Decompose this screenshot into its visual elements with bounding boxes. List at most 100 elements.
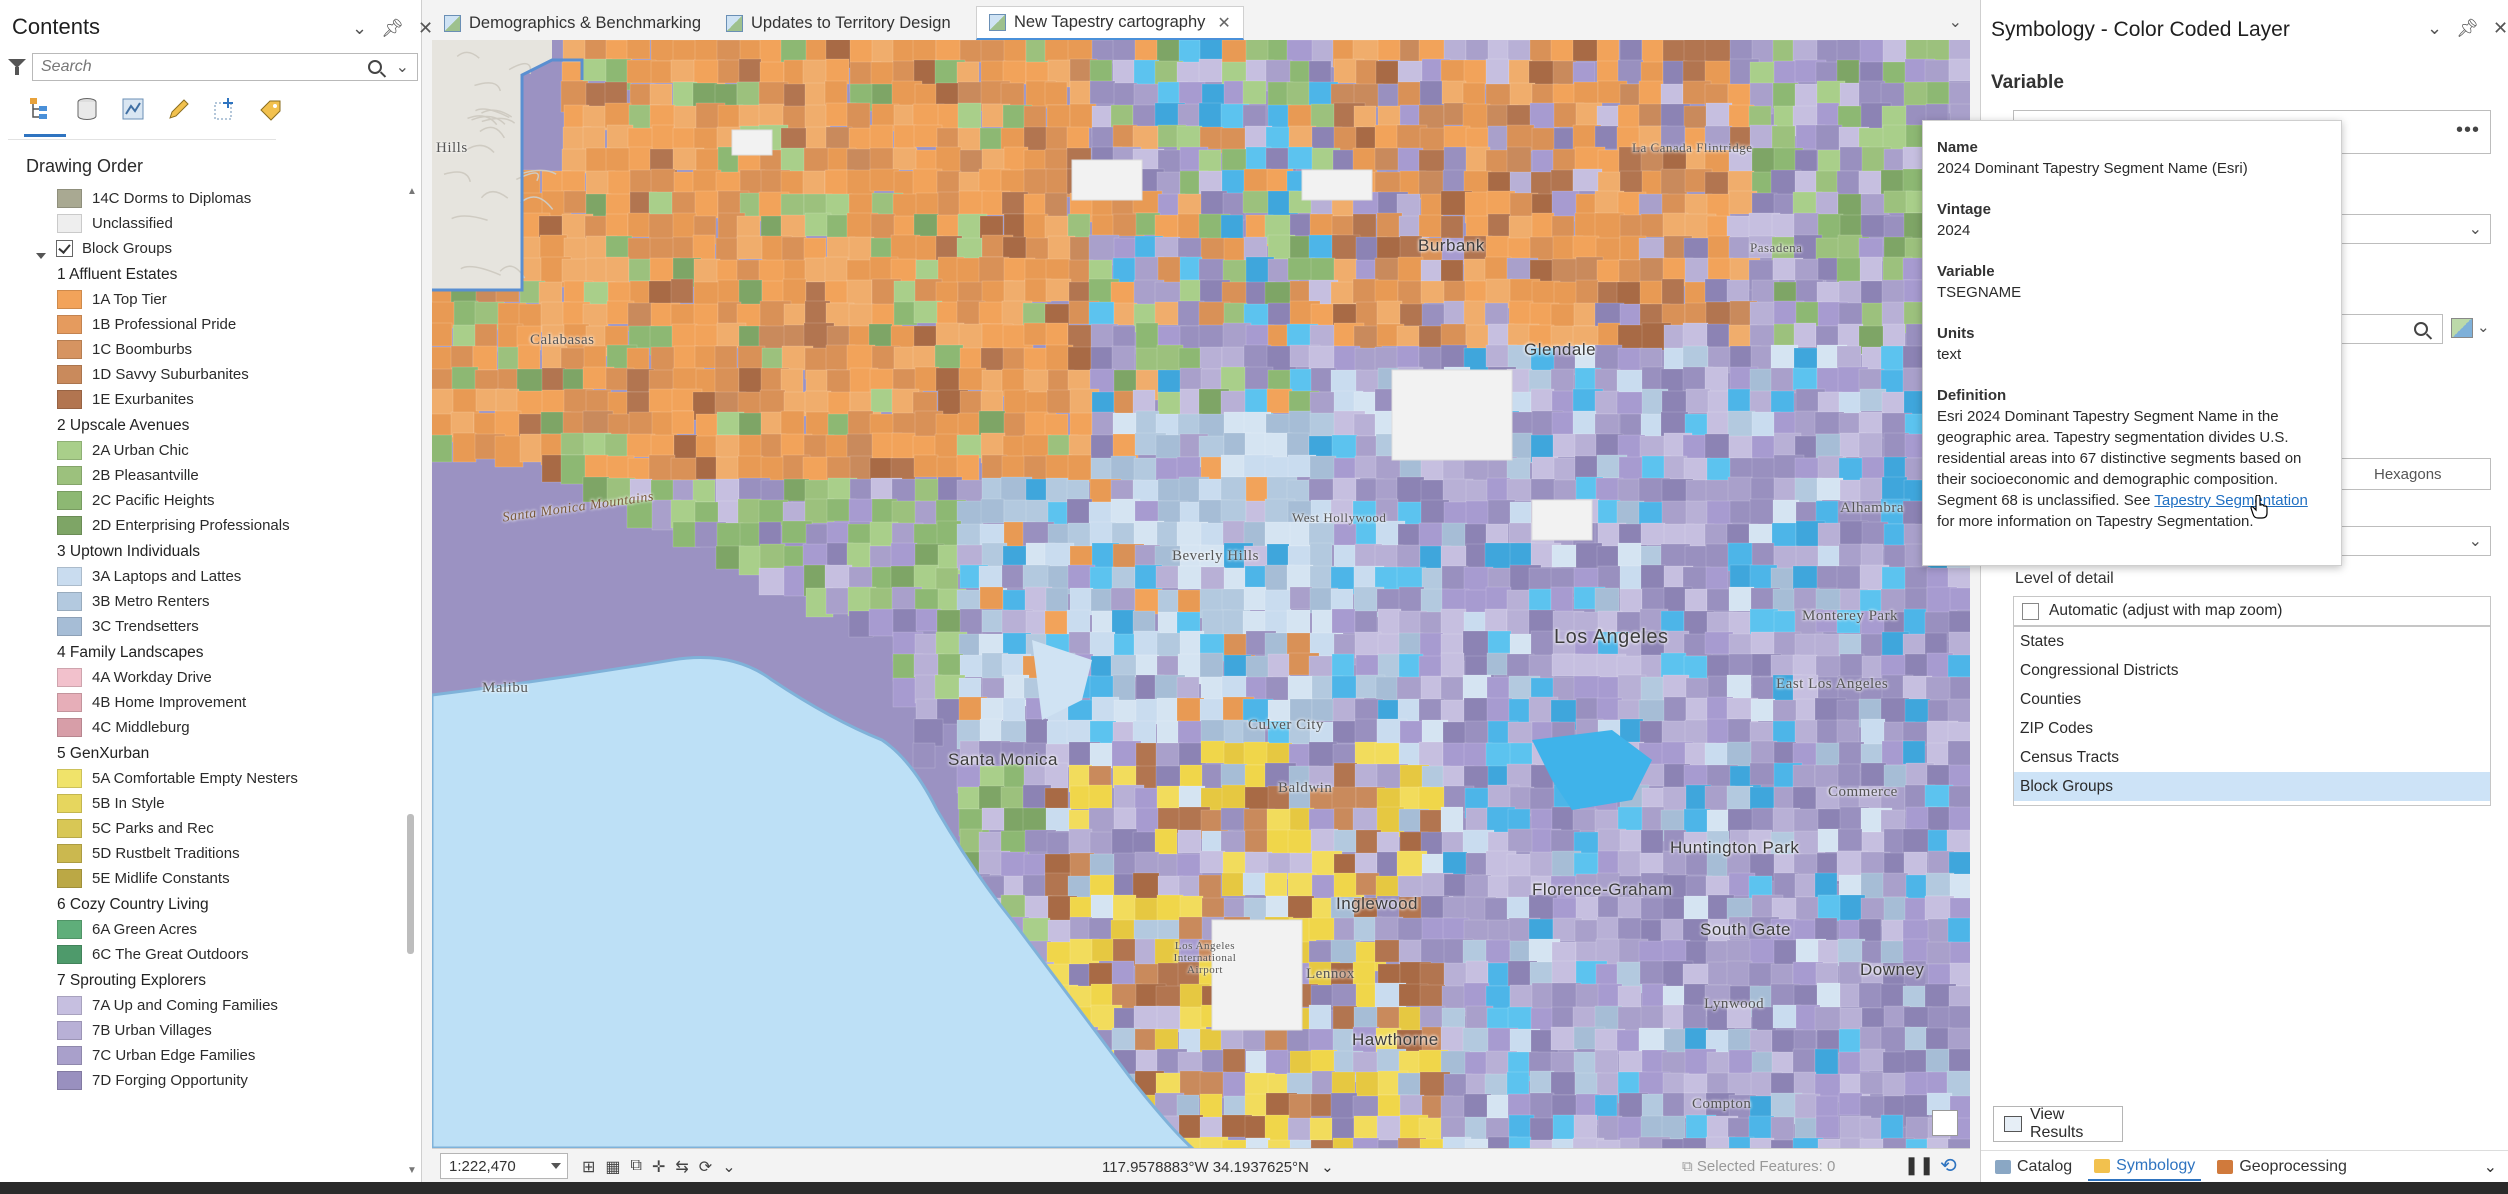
legend-item[interactable]: 5B In Style [0, 791, 165, 815]
tools-chevron-icon[interactable]: ⌄ [722, 1157, 735, 1177]
full-extent-icon[interactable]: ⊞ [582, 1157, 595, 1177]
legend-item[interactable]: 1E Exurbanites [0, 387, 194, 411]
tab-overflow-chevron-icon[interactable]: ⌄ [1949, 12, 1962, 32]
legend-item[interactable]: 14C Dorms to Diplomas [0, 186, 251, 210]
block-group-polygon [1418, 741, 1444, 768]
legend-item[interactable]: 5C Parks and Rec [0, 816, 214, 840]
contents-search-input[interactable]: Search ⌄ [32, 53, 418, 81]
pane-options-chevron-icon[interactable]: ⌄ [352, 18, 367, 39]
tab-symbology[interactable]: Symbology [2088, 1153, 2202, 1181]
pin-icon[interactable]: 📌︎ [2456, 18, 2479, 39]
rotate-icon[interactable]: ⟳ [699, 1157, 712, 1177]
lod-option-census-tracts[interactable]: Census Tracts [2014, 743, 2490, 772]
lod-option-zip-codes[interactable]: ZIP Codes [2014, 714, 2490, 743]
legend-item[interactable]: 4A Workday Drive [0, 665, 212, 689]
tab-updates-territory-design[interactable]: Updates to Territory Design [714, 6, 963, 40]
block-group-polygon [1551, 544, 1578, 568]
fixed-zoom-icon[interactable]: ⧉ [631, 1157, 642, 1177]
contents-scrollbar[interactable]: ▲ ▼ [405, 186, 417, 1176]
legend-item[interactable]: 7D Forging Opportunity [0, 1068, 248, 1092]
legend-item[interactable]: 2A Urban Chic [0, 438, 189, 462]
legend-label: 5B In Style [92, 794, 165, 812]
tab-catalog[interactable]: Catalog [1989, 1154, 2078, 1180]
refresh-icon[interactable]: ⟲ [1940, 1153, 1957, 1178]
lod-option-block-groups[interactable]: Block Groups [2014, 772, 2490, 801]
lod-option-counties[interactable]: Counties [2014, 685, 2490, 714]
contents-scroll-thumb[interactable] [407, 814, 414, 954]
scroll-up-arrow-icon[interactable]: ▲ [407, 186, 417, 197]
block-group-polygon [1242, 104, 1267, 129]
legend-item[interactable]: 1C Boomburbs [0, 337, 192, 361]
automatic-lod-checkbox[interactable]: Automatic (adjust with map zoom) [2013, 596, 2491, 626]
legend-item[interactable]: 2D Enterprising Professionals [0, 513, 290, 537]
legend-item[interactable]: 7C Urban Edge Families [0, 1043, 255, 1067]
list-by-drawing-order-icon[interactable] [26, 94, 56, 124]
lod-option-states[interactable]: States [2014, 627, 2490, 656]
tabs-overflow-chevron-icon[interactable]: ⌄ [2484, 1157, 2497, 1177]
pin-icon[interactable]: 📌︎ [381, 18, 404, 39]
legend-item[interactable]: 1B Professional Pride [0, 312, 236, 336]
legend-item[interactable]: 5A Comfortable Empty Nesters [0, 766, 298, 790]
block-group-polygon [651, 124, 675, 152]
expand-caret-icon[interactable] [36, 253, 46, 259]
map-label-east-los-angeles: East Los Angeles [1776, 676, 1889, 692]
view-results-button[interactable]: View Results [1993, 1106, 2123, 1142]
close-tab-icon[interactable]: ✕ [1217, 13, 1230, 33]
map-scale-dropdown[interactable]: 1:222,470 [440, 1153, 568, 1179]
legend-item[interactable]: 4C Middleburg [0, 715, 190, 739]
tab-geoprocessing[interactable]: Geoprocessing [2211, 1154, 2353, 1180]
map-canvas[interactable] [432, 40, 1970, 1148]
legend-item[interactable]: 1D Savvy Suburbanites [0, 362, 249, 386]
lod-option-congressional-districts[interactable]: Congressional Districts [2014, 656, 2490, 685]
pause-drawing-icon[interactable]: ❚❚ [1904, 1155, 1934, 1176]
pan-icon[interactable]: ✛ [652, 1157, 665, 1177]
list-by-selection-icon[interactable] [210, 94, 240, 124]
legend-item[interactable]: 4B Home Improvement [0, 690, 246, 714]
block-group-polygon [1530, 630, 1555, 658]
list-by-data-source-icon[interactable] [72, 94, 102, 124]
legend-item[interactable]: 3C Trendsetters [0, 614, 199, 638]
map-view[interactable]: Hills Calabasas Santa Monica Mountains M… [432, 40, 1970, 1148]
legend-item[interactable]: 6C The Great Outdoors [0, 942, 248, 966]
legend-item[interactable]: 6A Green Acres [0, 917, 197, 941]
more-options-icon[interactable]: ••• [2456, 119, 2480, 142]
tab-label: Catalog [2017, 1157, 2073, 1175]
scroll-down-arrow-icon[interactable]: ▼ [407, 1165, 417, 1176]
list-by-labeling-icon[interactable] [256, 94, 286, 124]
legend-item[interactable]: 3B Metro Renters [0, 589, 210, 613]
legend-item[interactable]: 2B Pleasantville [0, 463, 199, 487]
layer-visibility-checkbox[interactable] [56, 239, 73, 257]
legend-item[interactable]: 7A Up and Coming Families [0, 993, 278, 1017]
block-group-polygon [1463, 697, 1491, 725]
layer-block-groups[interactable]: Block Groups [0, 236, 172, 260]
list-by-snapping-icon[interactable] [118, 94, 148, 124]
previous-extent-icon[interactable]: ⇆ [675, 1157, 688, 1177]
coordinates-format-chevron-icon[interactable]: ⌄ [1321, 1159, 1334, 1176]
tapestry-segmentation-link[interactable]: Tapestry Segmentation [2154, 492, 2307, 509]
checkbox-icon[interactable] [2022, 602, 2039, 620]
legend-item[interactable]: 1A Top Tier [0, 287, 167, 311]
close-icon[interactable]: ✕ [2493, 18, 2508, 39]
search-icon[interactable] [367, 60, 382, 74]
selected-features-count[interactable]: ⧉ Selected Features: 0 [1682, 1158, 1835, 1175]
search-options-chevron-icon[interactable]: ⌄ [396, 57, 409, 77]
layer-style-icon[interactable] [2451, 318, 2473, 338]
pane-options-chevron-icon[interactable]: ⌄ [2427, 18, 2442, 39]
legend-item[interactable]: 2C Pacific Heights [0, 488, 215, 512]
search-icon[interactable] [2414, 322, 2428, 336]
legend-item[interactable]: 3A Laptops and Lattes [0, 564, 241, 588]
tab-label: Updates to Territory Design [751, 13, 951, 32]
grid-icon[interactable]: ▦ [605, 1157, 620, 1177]
legend-item[interactable]: 7B Urban Villages [0, 1018, 212, 1042]
map-overview-icon[interactable] [1932, 1110, 1958, 1136]
tab-demographics-benchmarking[interactable]: Demographics & Benchmarking [432, 6, 713, 40]
legend-item[interactable]: Unclassified [0, 211, 173, 235]
list-by-editing-icon[interactable] [164, 94, 194, 124]
map-label-la-canada: La Canada Flintridge [1632, 140, 1753, 155]
style-chevron-icon[interactable]: ⌄ [2477, 318, 2490, 336]
legend-item[interactable]: 5D Rustbelt Traditions [0, 841, 240, 865]
tab-new-tapestry-cartography[interactable]: New Tapestry cartography ✕ [976, 6, 1244, 40]
legend-item[interactable]: 5E Midlife Constants [0, 866, 230, 890]
filter-icon[interactable] [8, 58, 26, 76]
close-icon[interactable]: ✕ [418, 18, 433, 39]
